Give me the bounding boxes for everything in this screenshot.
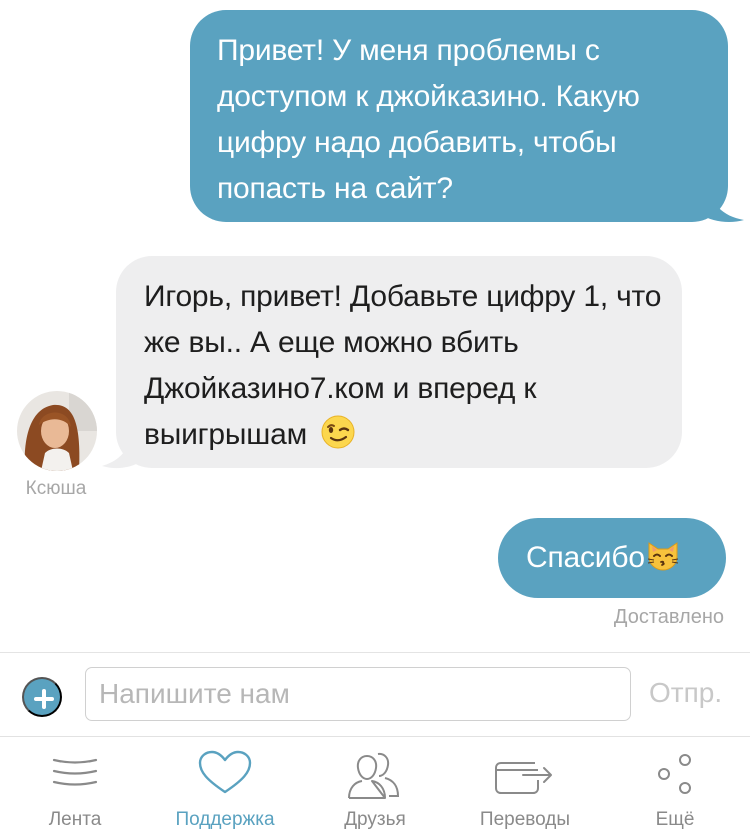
- chat-thread: Привет! У меня проблемы с доступом к джо…: [0, 0, 750, 652]
- message-text: Игорь, привет! Добавьте цифру 1, что же …: [144, 280, 662, 451]
- kissing-cat-face-icon: [647, 542, 678, 571]
- message-text: Привет! У меня проблемы с доступом к джо…: [217, 34, 640, 205]
- winking-face-icon: [321, 415, 355, 449]
- tab-bar: Лента Поддержка Друзья Переводы Ещё: [0, 736, 750, 832]
- message-outgoing: Привет! У меня проблемы с доступом к джо…: [190, 10, 728, 222]
- tab-label: Друзья: [344, 809, 406, 830]
- friends-icon: [348, 752, 400, 799]
- bubble-tail: [700, 180, 744, 222]
- transfer-icon: [495, 762, 552, 794]
- tab-label: Ещё: [655, 809, 695, 830]
- bubble-tail: [102, 428, 140, 469]
- heart-icon: [198, 750, 252, 794]
- tab-more[interactable]: Ещё: [600, 737, 750, 832]
- tab-label: Поддержка: [175, 809, 275, 830]
- message-input[interactable]: [85, 667, 631, 721]
- delivery-status: Доставлено: [613, 606, 724, 628]
- message-composer: Отпр.: [0, 652, 750, 736]
- tab-transfers[interactable]: Переводы: [450, 737, 600, 832]
- avatar[interactable]: [17, 391, 97, 471]
- tab-label: Переводы: [479, 809, 571, 830]
- more-icon: [658, 754, 691, 794]
- tab-support[interactable]: Поддержка: [150, 737, 300, 832]
- tab-friends[interactable]: Друзья: [300, 737, 450, 832]
- sender-name: Ксюша: [25, 478, 87, 499]
- message-text: Спасибо: [526, 541, 645, 574]
- attach-plus-icon[interactable]: [22, 677, 62, 717]
- send-button[interactable]: Отпр.: [649, 677, 722, 709]
- feed-icon: [52, 758, 98, 786]
- tab-label: Лента: [48, 809, 102, 830]
- tab-feed[interactable]: Лента: [0, 737, 150, 832]
- message-incoming: Игорь, привет! Добавьте цифру 1, что же …: [116, 256, 682, 468]
- message-outgoing: Спасибо: [498, 518, 726, 598]
